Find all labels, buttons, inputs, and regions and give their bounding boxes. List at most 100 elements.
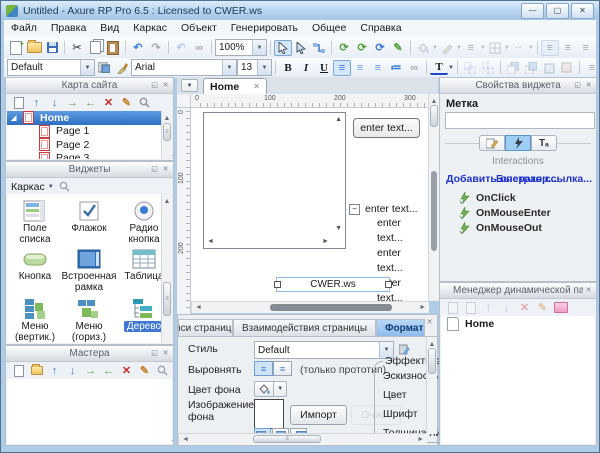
sitemap-item-page2[interactable]: Page 2 bbox=[7, 138, 172, 152]
format-painter-button[interactable] bbox=[113, 60, 131, 76]
masters-list-empty[interactable] bbox=[7, 379, 172, 444]
widgets-panel-header[interactable]: Виджеты ◱ ✕ bbox=[6, 162, 173, 178]
sitemap-float-icon[interactable]: ◱ bbox=[149, 79, 160, 90]
sitemap-item-home[interactable]: ◢ Home bbox=[7, 111, 172, 125]
edit-page-style-button[interactable] bbox=[397, 342, 412, 356]
dpm-show-all-button[interactable] bbox=[553, 301, 568, 315]
align-left-button[interactable]: ≡ bbox=[333, 60, 351, 76]
menu-edit[interactable]: Правка bbox=[44, 20, 93, 37]
align-center-button[interactable]: ≡ bbox=[351, 60, 369, 76]
paste-button[interactable] bbox=[104, 40, 122, 56]
scrollbar-thumb[interactable]: ≡ bbox=[163, 282, 171, 316]
connector-tool-button[interactable] bbox=[310, 40, 328, 56]
bullet-list-button[interactable]: ≔ bbox=[387, 60, 405, 76]
page-panel-hscrollbar[interactable]: ◄ ≡ ► bbox=[178, 433, 427, 445]
event-onmouseenter[interactable]: OnMouseEnter bbox=[459, 207, 551, 219]
tab-interactions[interactable] bbox=[505, 135, 531, 151]
widget-properties-float-icon[interactable]: ◱ bbox=[572, 79, 583, 90]
widget-properties-close-icon[interactable]: ✕ bbox=[583, 79, 594, 90]
masters-close-icon[interactable]: ✕ bbox=[160, 347, 171, 358]
add-master-folder-button[interactable]: + bbox=[29, 364, 44, 378]
sitemap-item-page1[interactable]: Page 1 bbox=[7, 125, 172, 139]
bold-button[interactable]: B bbox=[279, 60, 297, 76]
toolbar-overflow-button[interactable]: » bbox=[595, 40, 600, 56]
generate-prototype-button[interactable]: ⟳ bbox=[335, 40, 353, 56]
style-editor-button[interactable] bbox=[95, 60, 113, 76]
widget-properties-header[interactable]: Свойства виджета ◱ ✕ bbox=[440, 78, 596, 94]
scroll-left-icon[interactable]: ◄ bbox=[182, 436, 189, 443]
page-panel-close-icon[interactable]: ✕ bbox=[424, 316, 435, 327]
widget-checkbox[interactable]: Флажок bbox=[63, 199, 115, 234]
publish-button[interactable]: ✎ bbox=[389, 40, 407, 56]
open-button[interactable] bbox=[25, 40, 43, 56]
align-right-button[interactable]: ≡ bbox=[369, 60, 387, 76]
add-master-button[interactable]: + bbox=[11, 364, 26, 378]
scrollbar-thumb[interactable] bbox=[428, 348, 436, 374]
save-button[interactable] bbox=[43, 40, 61, 56]
underline-button[interactable]: U bbox=[315, 60, 333, 76]
maximize-button[interactable]: ▢ bbox=[546, 3, 569, 19]
outdent-button[interactable]: ← bbox=[83, 96, 98, 110]
pointer-add-tool-button[interactable] bbox=[292, 40, 310, 56]
scroll-right-icon[interactable]: ► bbox=[417, 436, 424, 443]
menu-view[interactable]: Вид bbox=[93, 20, 126, 37]
minimize-button[interactable]: — bbox=[521, 3, 544, 19]
widget-library-dropdown-icon[interactable]: ▼ bbox=[48, 184, 54, 190]
canvas-listbox-widget[interactable]: ▲ ▼ ◄ ► bbox=[203, 112, 346, 249]
zoom-dropdown-icon[interactable]: ▼ bbox=[252, 40, 266, 55]
widget-style-select[interactable]: Default ▼ bbox=[7, 59, 95, 76]
tab-widget-style[interactable]: Tₐ bbox=[531, 135, 557, 151]
canvas-button-widget[interactable]: enter text... bbox=[353, 118, 420, 138]
scrollbar-thumb[interactable]: ≡ bbox=[253, 435, 321, 443]
widgets-scrollbar[interactable]: ▲ ≡ ▼ bbox=[161, 194, 172, 343]
widgets-float-icon[interactable]: ◱ bbox=[149, 163, 160, 174]
delete-page-button[interactable]: ✕ bbox=[101, 96, 116, 110]
generate-spec-button[interactable]: ⟳ bbox=[353, 40, 371, 56]
bg-color-picker[interactable]: ▼ bbox=[254, 381, 287, 397]
sitemap-scrollbar[interactable]: ▲ ≡ ▼ bbox=[161, 111, 172, 159]
dpm-close-icon[interactable]: ✕ bbox=[583, 284, 594, 295]
widget-menu-horizontal[interactable]: Меню (гориз.) bbox=[63, 297, 115, 343]
master-outdent-button[interactable]: ← bbox=[101, 364, 116, 378]
move-up-button[interactable]: ↑ bbox=[29, 96, 44, 110]
rename-master-button[interactable]: ✎ bbox=[137, 364, 152, 378]
sitemap-item-page3[interactable]: Page 3 bbox=[7, 152, 172, 160]
event-onclick[interactable]: OnClick bbox=[459, 192, 516, 204]
dpm-header[interactable]: Менеджер динамической панели ✕ bbox=[440, 283, 596, 299]
tab-page-formatting[interactable]: Форматирование страницы bbox=[376, 319, 425, 336]
bg-image-preview[interactable] bbox=[254, 399, 284, 429]
sitemap-search-button[interactable] bbox=[137, 96, 152, 110]
page-align-left-button[interactable]: ≡ bbox=[254, 361, 273, 376]
menu-file[interactable]: Файл bbox=[4, 20, 44, 37]
page-align-center-button[interactable]: ≡ bbox=[273, 361, 292, 376]
indent-button[interactable]: → bbox=[65, 96, 80, 110]
scroll-up-icon[interactable]: ▲ bbox=[162, 114, 172, 124]
resize-handle-left[interactable] bbox=[274, 281, 281, 288]
new-file-button[interactable]: + bbox=[7, 40, 25, 56]
widget-button[interactable]: Кнопка bbox=[9, 247, 61, 282]
move-down-button[interactable]: ↓ bbox=[47, 96, 62, 110]
font-color-button[interactable]: T bbox=[430, 60, 448, 75]
add-page-button[interactable]: + bbox=[11, 96, 26, 110]
menu-wireframe[interactable]: Каркас bbox=[126, 20, 174, 37]
tab-home[interactable]: Home ✕ bbox=[203, 78, 267, 94]
menu-generate[interactable]: Генерировать bbox=[224, 20, 305, 37]
widgets-close-icon[interactable]: ✕ bbox=[160, 163, 171, 174]
canvas-selected-text-widget[interactable]: CWER.ws bbox=[276, 277, 390, 292]
menu-help[interactable]: Справка bbox=[353, 20, 408, 37]
dpm-item-home[interactable]: Home bbox=[441, 316, 595, 332]
tab-page-notes[interactable]: Записи страницы bbox=[178, 319, 233, 336]
page-style-select[interactable]: Default ▼ bbox=[254, 341, 394, 359]
event-onmouseout[interactable]: OnMouseOut bbox=[459, 222, 542, 234]
tab-close-icon[interactable]: ✕ bbox=[253, 82, 260, 91]
tree-child-item[interactable]: enter text... bbox=[377, 216, 427, 246]
canvas-hscrollbar[interactable]: ◄ ► bbox=[191, 301, 429, 313]
italic-button[interactable]: I bbox=[297, 60, 315, 76]
copy-button[interactable] bbox=[86, 40, 104, 56]
bg-color-dropdown-icon[interactable]: ▼ bbox=[273, 382, 286, 396]
canvas-vscrollbar[interactable]: ▲ ▼ bbox=[428, 94, 439, 301]
widget-library-select[interactable]: Каркас bbox=[11, 181, 45, 193]
close-button[interactable]: ✕ bbox=[571, 3, 594, 19]
scroll-right-icon[interactable]: ► bbox=[419, 304, 426, 311]
master-indent-button[interactable]: → bbox=[83, 364, 98, 378]
